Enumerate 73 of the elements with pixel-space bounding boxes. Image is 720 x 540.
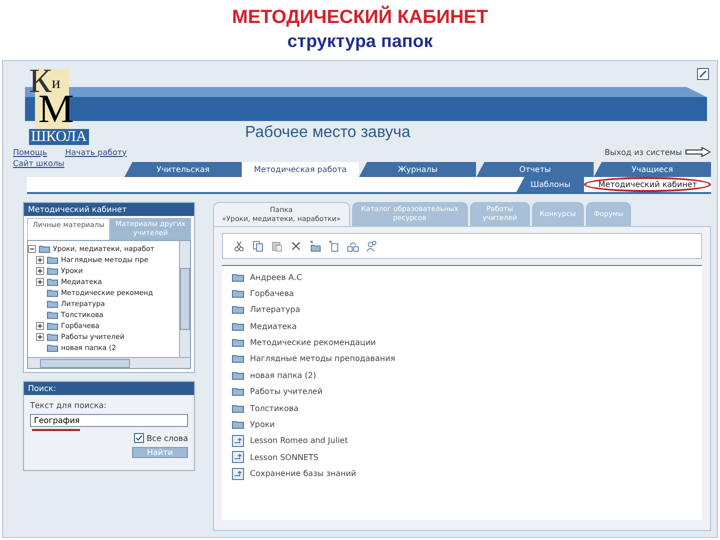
folder-icon — [47, 310, 58, 318]
file-item[interactable]: Литература — [250, 305, 300, 314]
folder-icon — [47, 322, 58, 330]
folder-icon — [232, 404, 244, 413]
main-tab[interactable]: Отчеты — [476, 162, 594, 177]
copy-icon[interactable] — [252, 240, 264, 252]
slide-title: МЕТОДИЧЕСКИЙ КАБИНЕТ — [232, 6, 488, 30]
users-icon[interactable] — [366, 240, 378, 252]
new-folder-icon[interactable] — [309, 240, 321, 252]
file-item[interactable]: Уроки — [250, 420, 275, 430]
file-item[interactable]: Наглядные методы преподавания — [250, 354, 396, 364]
folder-icon — [232, 305, 244, 314]
delete-icon[interactable] — [290, 240, 302, 252]
expand-toggle[interactable] — [36, 332, 44, 340]
panel-title: Методический кабинет — [24, 203, 194, 216]
file-item[interactable]: новая папка (2) — [250, 370, 316, 380]
folder-icon — [47, 288, 58, 296]
field-label: Текст для поиска: — [30, 401, 108, 410]
collapse-toggle[interactable] — [28, 244, 36, 252]
main-tab[interactable]: Журналы — [359, 162, 476, 177]
checkbox[interactable] — [134, 433, 144, 443]
main-tab[interactable]: Учащиеся — [594, 162, 712, 177]
expand-toggle[interactable] — [36, 278, 44, 286]
file-item[interactable]: Медиатека — [250, 322, 297, 331]
checkbox-label: Все слова — [146, 434, 188, 442]
expand-toggle[interactable] — [36, 256, 44, 264]
folder-icon — [232, 387, 244, 396]
main-tab[interactable]: Методическая работа — [242, 162, 360, 177]
folder-icon — [232, 272, 244, 282]
folder-icon — [232, 420, 244, 430]
header-link[interactable]: Помощь — [13, 148, 48, 156]
folder-icon — [232, 338, 244, 348]
folder-icon — [47, 344, 58, 352]
file-item[interactable]: Lesson SONNETS — [250, 452, 318, 462]
folder-icon — [47, 256, 58, 264]
app-title: Рабочее место завуча — [245, 124, 410, 142]
scrollbar[interactable] — [28, 357, 190, 368]
expand-toggle[interactable] — [36, 322, 44, 330]
file-item[interactable]: Работы учителей — [250, 387, 323, 396]
header-link[interactable]: Сайт школы — [13, 159, 64, 168]
file-item[interactable]: Горбачева — [250, 288, 294, 298]
cut-icon[interactable] — [233, 240, 245, 252]
folder-icon — [232, 322, 244, 331]
file-item[interactable]: Андреев А.С — [250, 272, 302, 282]
main-tab[interactable]: Учительская — [124, 162, 242, 177]
sub-tab[interactable]: Шаблоны — [516, 177, 584, 192]
paste-icon[interactable] — [271, 240, 283, 252]
folder-icon — [47, 300, 58, 308]
expand-toggle[interactable] — [36, 266, 44, 274]
file-item[interactable]: Методические рекомендации — [250, 338, 376, 348]
folder-icon — [39, 244, 50, 252]
document-icon — [232, 451, 244, 464]
file-item[interactable]: Сохранение базы знаний — [250, 469, 356, 478]
document-icon — [232, 468, 244, 480]
header-link[interactable]: Начать работу — [65, 148, 127, 156]
folder-icon — [232, 370, 244, 380]
folder-icon — [47, 332, 58, 340]
search-field[interactable]: География — [30, 414, 188, 427]
folder-icon — [47, 266, 58, 274]
arrow-icon — [685, 147, 711, 157]
folder-icon — [232, 288, 244, 298]
folder-icon — [47, 278, 58, 286]
pencil-icon[interactable] — [697, 68, 709, 80]
scrollbar[interactable] — [179, 241, 190, 357]
sub-tab[interactable]: Методический кабинет — [584, 177, 711, 192]
new-file-icon[interactable] — [328, 240, 340, 252]
folder-icon — [232, 354, 244, 364]
file-item[interactable]: Lesson Romeo and Juliet — [250, 436, 348, 446]
file-item[interactable]: Толстикова — [250, 404, 298, 413]
panel-title: Поиск: — [24, 382, 194, 395]
document-icon — [232, 434, 244, 447]
logout-link[interactable]: Выход из системы — [604, 147, 711, 157]
slide-subtitle: структура папок — [287, 30, 433, 52]
